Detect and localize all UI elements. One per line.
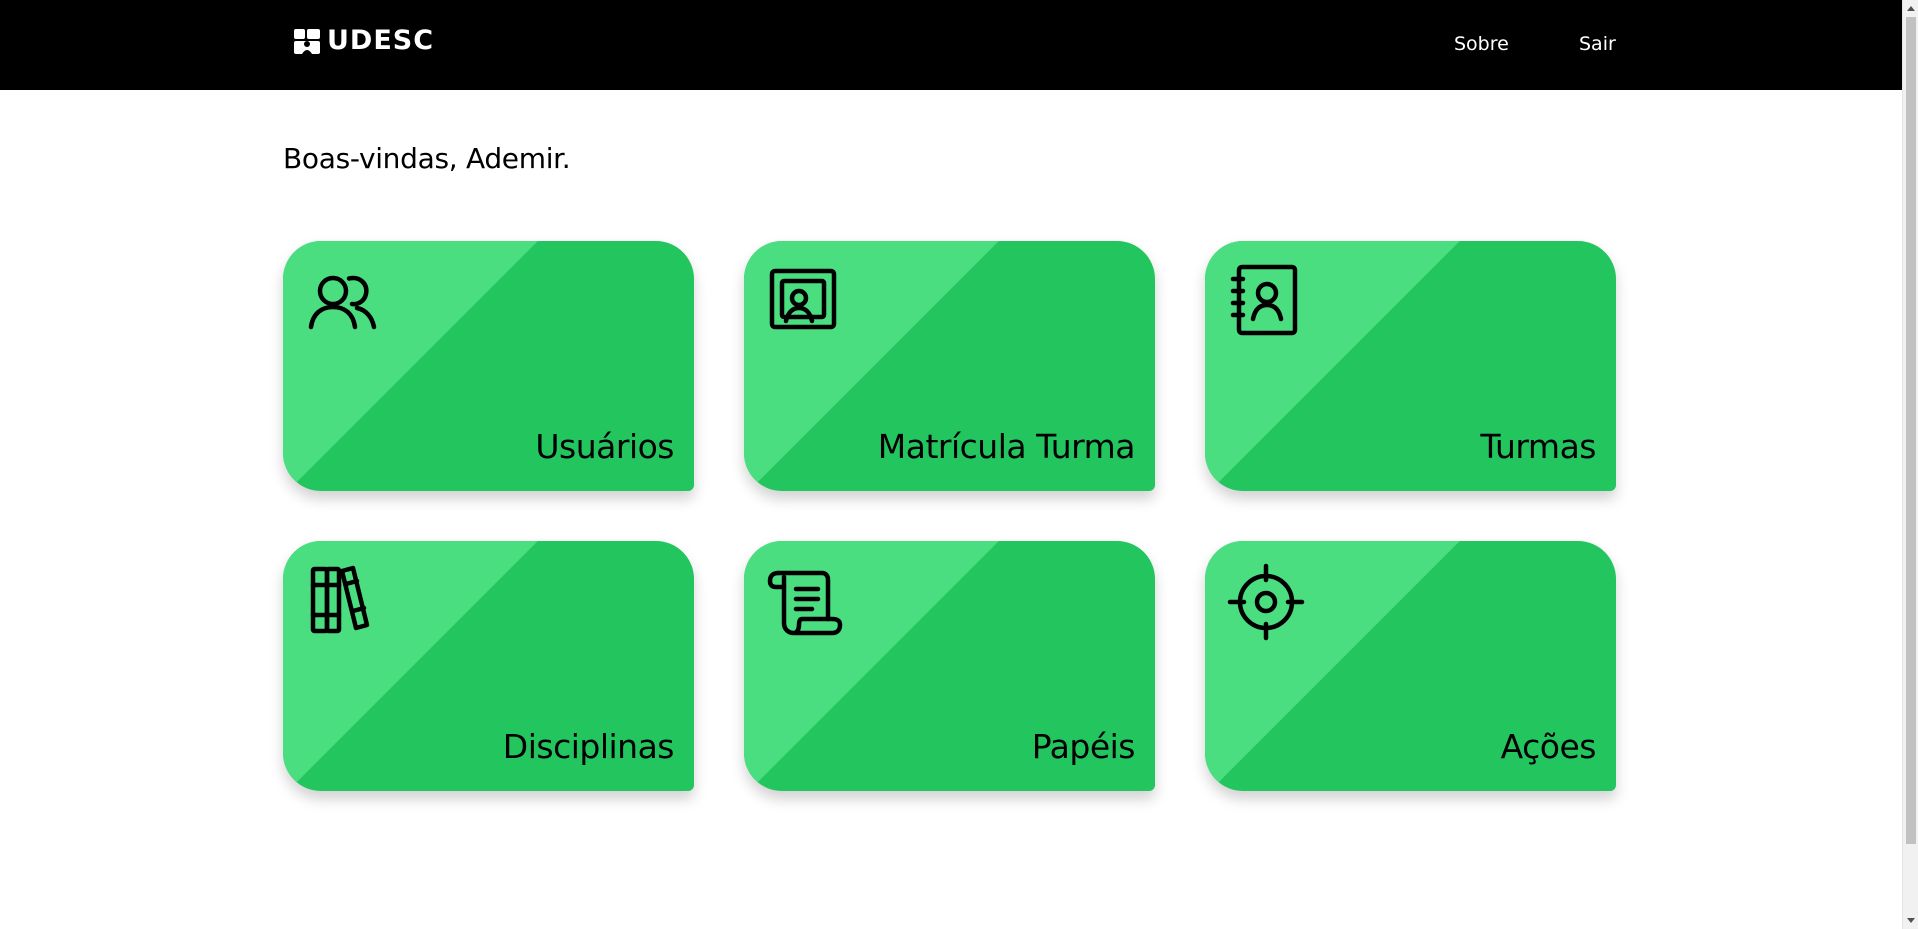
scrollbar-thumb[interactable] (1906, 17, 1916, 844)
top-navbar: UDESC Sobre Sair (0, 0, 1902, 90)
target-icon (1227, 563, 1305, 641)
scroll-up-icon[interactable] (1903, 0, 1918, 16)
nav-sair-link[interactable]: Sair (1579, 30, 1616, 58)
welcome-heading: Boas-vindas, Ademir. (283, 142, 571, 175)
card-label: Turmas (1480, 427, 1596, 466)
users-icon (305, 263, 383, 341)
card-label: Papéis (1031, 727, 1136, 766)
card-disciplinas[interactable]: Disciplinas (283, 541, 694, 791)
logo-link[interactable]: UDESC (293, 25, 434, 57)
nav-sobre-link[interactable]: Sobre (1454, 30, 1509, 58)
card-label: Usuários (535, 427, 674, 466)
logo-text: UDESC (327, 25, 435, 56)
scroll-down-icon[interactable] (1903, 913, 1918, 929)
scroll-icon (766, 563, 844, 641)
card-label: Disciplinas (502, 727, 675, 766)
card-papeis[interactable]: Papéis (744, 541, 1155, 791)
vertical-scrollbar[interactable] (1902, 0, 1918, 929)
card-matricula-turma[interactable]: Matrícula Turma (744, 241, 1155, 491)
card-label: Ações (1500, 727, 1597, 766)
contact-book-icon (1227, 263, 1305, 341)
card-acoes[interactable]: Ações (1205, 541, 1616, 791)
card-usuarios[interactable]: Usuários (283, 241, 694, 491)
udesc-logo-icon (294, 29, 320, 54)
enrollment-card-icon (766, 263, 844, 341)
viewport: UDESC Sobre Sair Boas-vindas, Ademir. Us… (0, 0, 1918, 929)
card-turmas[interactable]: Turmas (1205, 241, 1616, 491)
card-label: Matrícula Turma (877, 427, 1136, 466)
books-icon (305, 563, 383, 641)
